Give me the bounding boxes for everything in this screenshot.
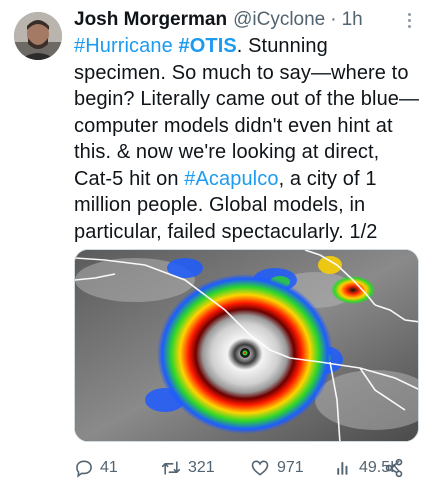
reply-icon	[76, 460, 92, 478]
tweet-text-line: #Hurricane #OTIS. Stunning	[74, 33, 424, 60]
tweet-text-segment: begin? Literally came out of the blue—	[74, 88, 420, 110]
tweet-text-line: begin? Literally came out of the blue—	[74, 86, 424, 113]
views-icon	[337, 462, 348, 475]
tweet-text: #Hurricane #OTIS. Stunning specimen. So m…	[74, 33, 424, 245]
tweet-text-segment: computer models didn't even hint at	[74, 114, 393, 137]
tweet-text-segment: specimen. So much to say—where to	[74, 61, 409, 84]
hashtag-link[interactable]: #Hurricane	[74, 35, 173, 57]
tweet-text-segment: million people. Global models, in	[74, 194, 366, 216]
hashtag-link[interactable]: #OTIS	[179, 35, 237, 57]
tweet-text-segment: , a city of 1	[278, 167, 377, 190]
tweet-text-segment: particular, failed spectacularly. 1/2	[74, 220, 378, 243]
separator-dot: ·	[330, 9, 337, 30]
retweet-button[interactable]: 321	[160, 455, 215, 481]
heart-icon	[251, 460, 269, 476]
reply-button[interactable]: 41	[74, 455, 118, 481]
tweet-text-line: Cat-5 hit on #Acapulco, a city of 1	[74, 166, 424, 193]
share-icon	[385, 458, 403, 478]
like-button[interactable]: 971	[249, 455, 304, 481]
tweet-text-line: specimen. So much to say—where to	[74, 60, 424, 87]
tweet-text-segment: Cat-5 hit on	[74, 167, 185, 190]
tweet-header: Josh Morgerman @iCyclone · 1h	[74, 8, 393, 32]
retweet-count: 321	[188, 459, 215, 476]
reply-count: 41	[100, 459, 118, 476]
tweet-text-line: million people. Global models, in	[74, 192, 424, 219]
tweet-text-line: computer models didn't even hint at	[74, 113, 424, 140]
tweet-text-segment: this. & now we're looking at direct,	[74, 141, 380, 163]
hashtag-link[interactable]: #Acapulco	[184, 168, 278, 190]
more-options-icon[interactable]	[399, 10, 419, 30]
author-name[interactable]: Josh Morgerman	[74, 8, 227, 32]
tweet-media-image[interactable]	[74, 249, 419, 442]
retweet-icon	[161, 461, 181, 475]
timestamp[interactable]: 1h	[342, 8, 363, 32]
tweet-text-segment: . Stunning	[236, 35, 328, 57]
share-button[interactable]	[384, 455, 410, 481]
tweet-actions: 41 321 971 49.5K	[74, 455, 419, 481]
like-count: 971	[277, 459, 304, 476]
tweet-text-line: this. & now we're looking at direct,	[74, 139, 424, 166]
avatar[interactable]	[14, 12, 62, 60]
author-handle[interactable]: @iCyclone	[233, 8, 325, 32]
tweet: Josh Morgerman @iCyclone · 1h #Hurricane…	[0, 0, 433, 500]
tweet-text-line: particular, failed spectacularly. 1/2	[74, 219, 424, 246]
